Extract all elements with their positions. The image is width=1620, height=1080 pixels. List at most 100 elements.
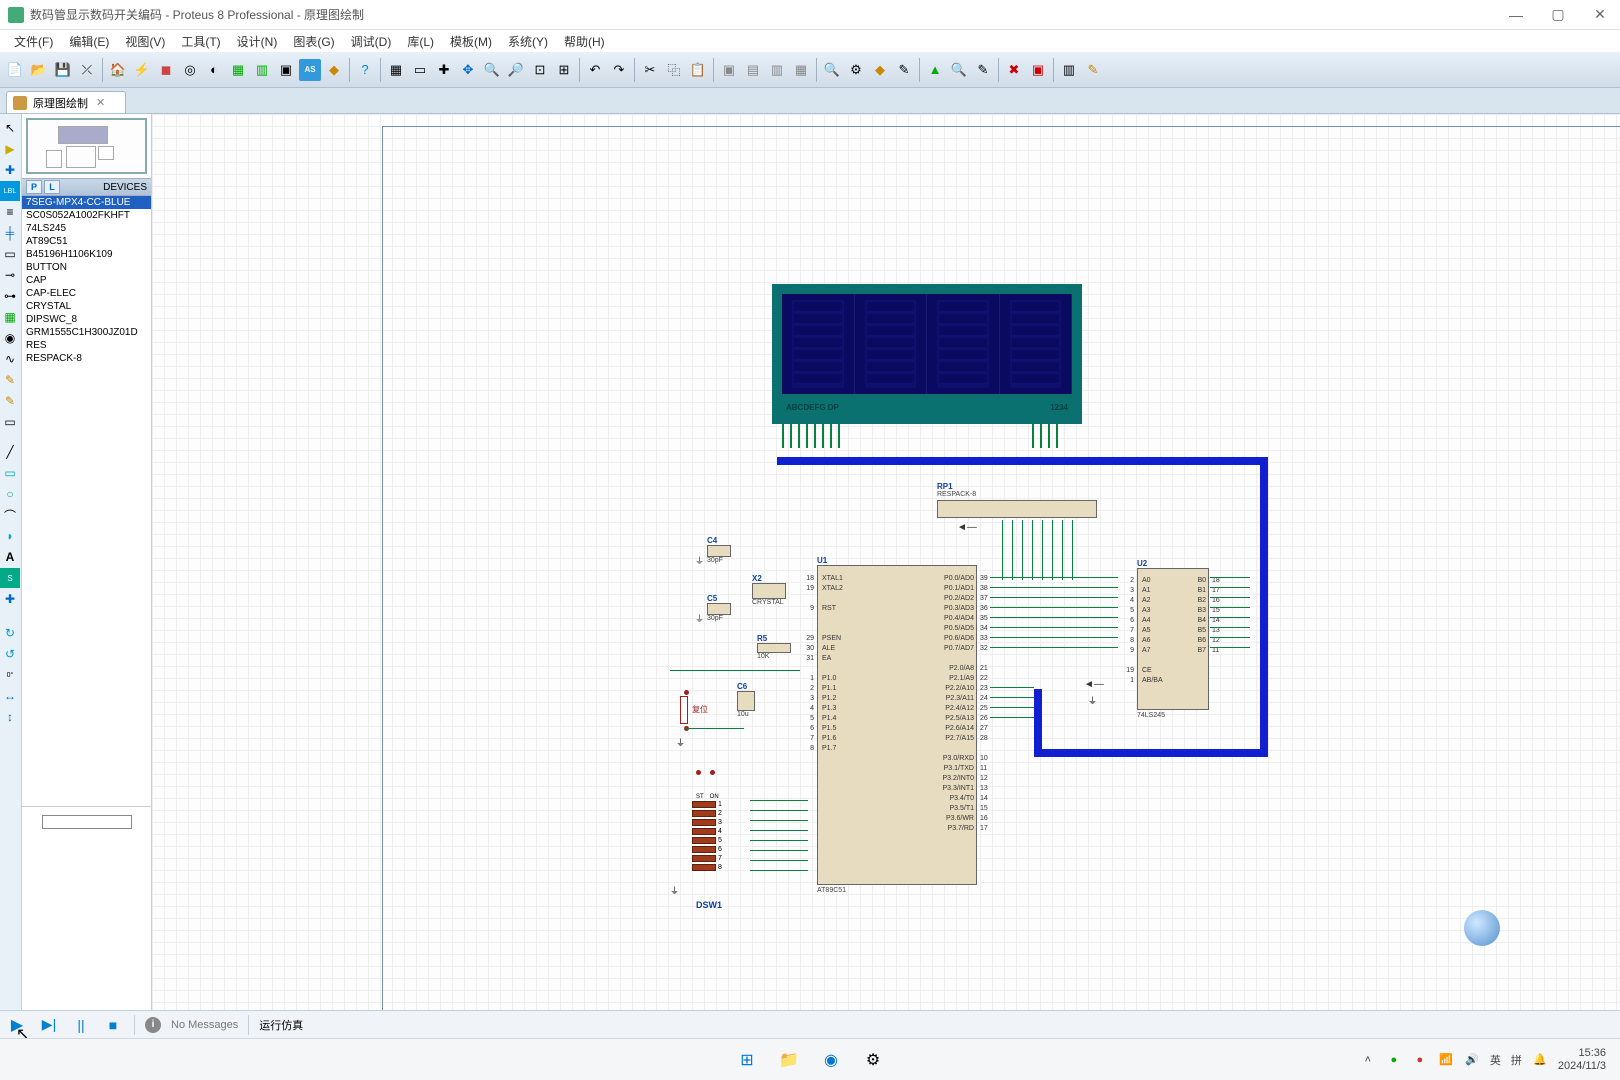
device-list[interactable]: 7SEG-MPX4-CC-BLUE SC0S052A1002FKHFT 74LS… — [22, 196, 151, 806]
path-icon[interactable]: ◗ — [0, 526, 20, 546]
subcircuit-icon[interactable]: ▭ — [0, 244, 20, 264]
junction-icon[interactable]: ✚ — [0, 160, 20, 180]
instrument-icon[interactable]: ▭ — [0, 412, 20, 432]
assist-orb[interactable] — [1464, 910, 1500, 946]
device-item[interactable]: 7SEG-MPX4-CC-BLUE — [22, 196, 151, 209]
device-item[interactable]: RES — [22, 339, 151, 352]
rotate-ccw-icon[interactable]: ↺ — [0, 644, 20, 664]
menu-design[interactable]: 设计(N) — [229, 31, 286, 52]
graph-icon[interactable]: ▦ — [0, 307, 20, 327]
minimize-button[interactable]: — — [1504, 3, 1528, 27]
terminal-icon[interactable]: ⊸ — [0, 265, 20, 285]
bus-icon[interactable]: ╪ — [0, 223, 20, 243]
component-x2[interactable]: X2 CRYSTAL — [752, 574, 786, 606]
zoom-out-icon[interactable]: 🔎 — [505, 59, 527, 81]
wire-autoroute-icon[interactable]: ▲ — [924, 59, 946, 81]
explorer-icon[interactable]: 📁 — [775, 1046, 803, 1074]
3d-icon[interactable]: ◎ — [179, 59, 201, 81]
probe-i-icon[interactable]: ✎ — [0, 391, 20, 411]
schematic-canvas[interactable]: ABCDEFG DP 1234 — [152, 114, 1620, 1046]
help-icon[interactable]: ? — [354, 59, 376, 81]
label-icon[interactable]: LBL — [0, 181, 20, 201]
probe-v-icon[interactable]: ✎ — [0, 370, 20, 390]
device-item[interactable]: CRYSTAL — [22, 300, 151, 313]
open-icon[interactable]: 📂 — [28, 59, 50, 81]
device-item[interactable]: DIPSWC_8 — [22, 313, 151, 326]
arc-icon[interactable]: ⌒ — [0, 505, 20, 525]
srccode-icon[interactable]: ▥ — [251, 59, 273, 81]
rotate-cw-icon[interactable]: ↻ — [0, 623, 20, 643]
package-icon[interactable]: ◆ — [869, 59, 891, 81]
marker-icon[interactable]: ✚ — [0, 589, 20, 609]
tray-onedrive-icon[interactable]: ● — [1386, 1052, 1402, 1068]
origin-icon[interactable]: ✚ — [433, 59, 455, 81]
maximize-button[interactable]: ▢ — [1546, 3, 1570, 27]
edge-icon[interactable]: ◉ — [817, 1046, 845, 1074]
redo-icon[interactable]: ↷ — [608, 59, 630, 81]
zoom-area-icon[interactable]: ⊞ — [553, 59, 575, 81]
step-button[interactable]: ▶| — [38, 1014, 60, 1036]
pan-icon[interactable]: ✥ — [457, 59, 479, 81]
stop-button[interactable]: ■ — [102, 1014, 124, 1036]
component-dsw1[interactable]: STON 12345678 — [692, 794, 744, 874]
device-item[interactable]: GRM1555C1H300JZ01D — [22, 326, 151, 339]
bom-icon[interactable]: ▦ — [227, 59, 249, 81]
device-item[interactable]: RESPACK-8 — [22, 352, 151, 365]
tab-close-icon[interactable]: ✕ — [96, 96, 105, 109]
seven-seg-display[interactable]: ABCDEFG DP 1234 — [772, 284, 1082, 424]
reset-button[interactable] — [680, 696, 688, 724]
rect-icon[interactable]: ▭ — [0, 463, 20, 483]
start-icon[interactable]: ⊞ — [733, 1046, 761, 1074]
sheet-icon[interactable]: ▭ — [409, 59, 431, 81]
copy-icon[interactable]: ⿻ — [663, 59, 685, 81]
new-icon[interactable]: 📄 — [4, 59, 26, 81]
app-taskbar-icon[interactable]: ⚙ — [859, 1046, 887, 1074]
menu-help[interactable]: 帮助(H) — [556, 31, 613, 52]
component-c5[interactable]: C5 30pF — [707, 594, 731, 622]
pause-button[interactable]: || — [70, 1014, 92, 1036]
schematic-icon[interactable]: ⚡ — [131, 59, 153, 81]
cut-icon[interactable]: ✂ — [639, 59, 661, 81]
mirror-v-icon[interactable]: ↕ — [0, 707, 20, 727]
tray-ime-mode[interactable]: 拼 — [1511, 1052, 1522, 1068]
block-move-icon[interactable]: ▤ — [742, 59, 764, 81]
component-c6[interactable]: C6 10u — [737, 682, 755, 718]
decompose-icon[interactable]: ✎ — [893, 59, 915, 81]
symbol-icon[interactable]: S — [0, 568, 20, 588]
actel-icon[interactable]: AS — [299, 59, 321, 81]
make-device-icon[interactable]: ⚙ — [845, 59, 867, 81]
menu-template[interactable]: 模板(M) — [442, 31, 500, 52]
property-icon[interactable]: ✎ — [972, 59, 994, 81]
device-item[interactable]: 74LS245 — [22, 222, 151, 235]
selection-mode-icon[interactable]: ↖ — [0, 118, 20, 138]
zoom-fit-icon[interactable]: ⊡ — [529, 59, 551, 81]
tray-volume-icon[interactable]: 🔊 — [1464, 1052, 1480, 1068]
close-icon[interactable]: ⤫ — [76, 59, 98, 81]
tray-ime-lang[interactable]: 英 — [1490, 1052, 1501, 1068]
text-script-icon[interactable]: ≡ — [0, 202, 20, 222]
search-tag-icon[interactable]: 🔍 — [948, 59, 970, 81]
undo-icon[interactable]: ↶ — [584, 59, 606, 81]
save-icon[interactable]: 💾 — [52, 59, 74, 81]
play-button[interactable]: ▶ — [6, 1014, 28, 1036]
tray-security-icon[interactable]: ● — [1412, 1052, 1428, 1068]
vsm-icon[interactable]: ▣ — [275, 59, 297, 81]
block-rotate-icon[interactable]: ▥ — [766, 59, 788, 81]
home-icon[interactable]: 🏠 — [107, 59, 129, 81]
pick-icon[interactable]: 🔍 — [821, 59, 843, 81]
erc-icon[interactable]: ✖ — [1003, 59, 1025, 81]
device-pin-icon[interactable]: ⊶ — [0, 286, 20, 306]
edit-prop-icon[interactable]: ✎ — [1082, 59, 1104, 81]
gerber-icon[interactable]: ◐ — [203, 59, 225, 81]
device-item[interactable]: SC0S052A1002FKHFT — [22, 209, 151, 222]
component-r5[interactable]: R5 10K — [757, 634, 791, 660]
menu-view[interactable]: 视图(V) — [117, 31, 173, 52]
zoom-in-icon[interactable]: 🔍 — [481, 59, 503, 81]
menu-chart[interactable]: 图表(G) — [285, 31, 342, 52]
overview-map[interactable] — [26, 118, 147, 174]
menu-system[interactable]: 系统(Y) — [500, 31, 556, 52]
pcb-icon[interactable]: ◼ — [155, 59, 177, 81]
tray-clock[interactable]: 15:36 2024/11/3 — [1558, 1047, 1606, 1073]
netlist-icon[interactable]: ◆ — [323, 59, 345, 81]
device-item[interactable]: AT89C51 — [22, 235, 151, 248]
